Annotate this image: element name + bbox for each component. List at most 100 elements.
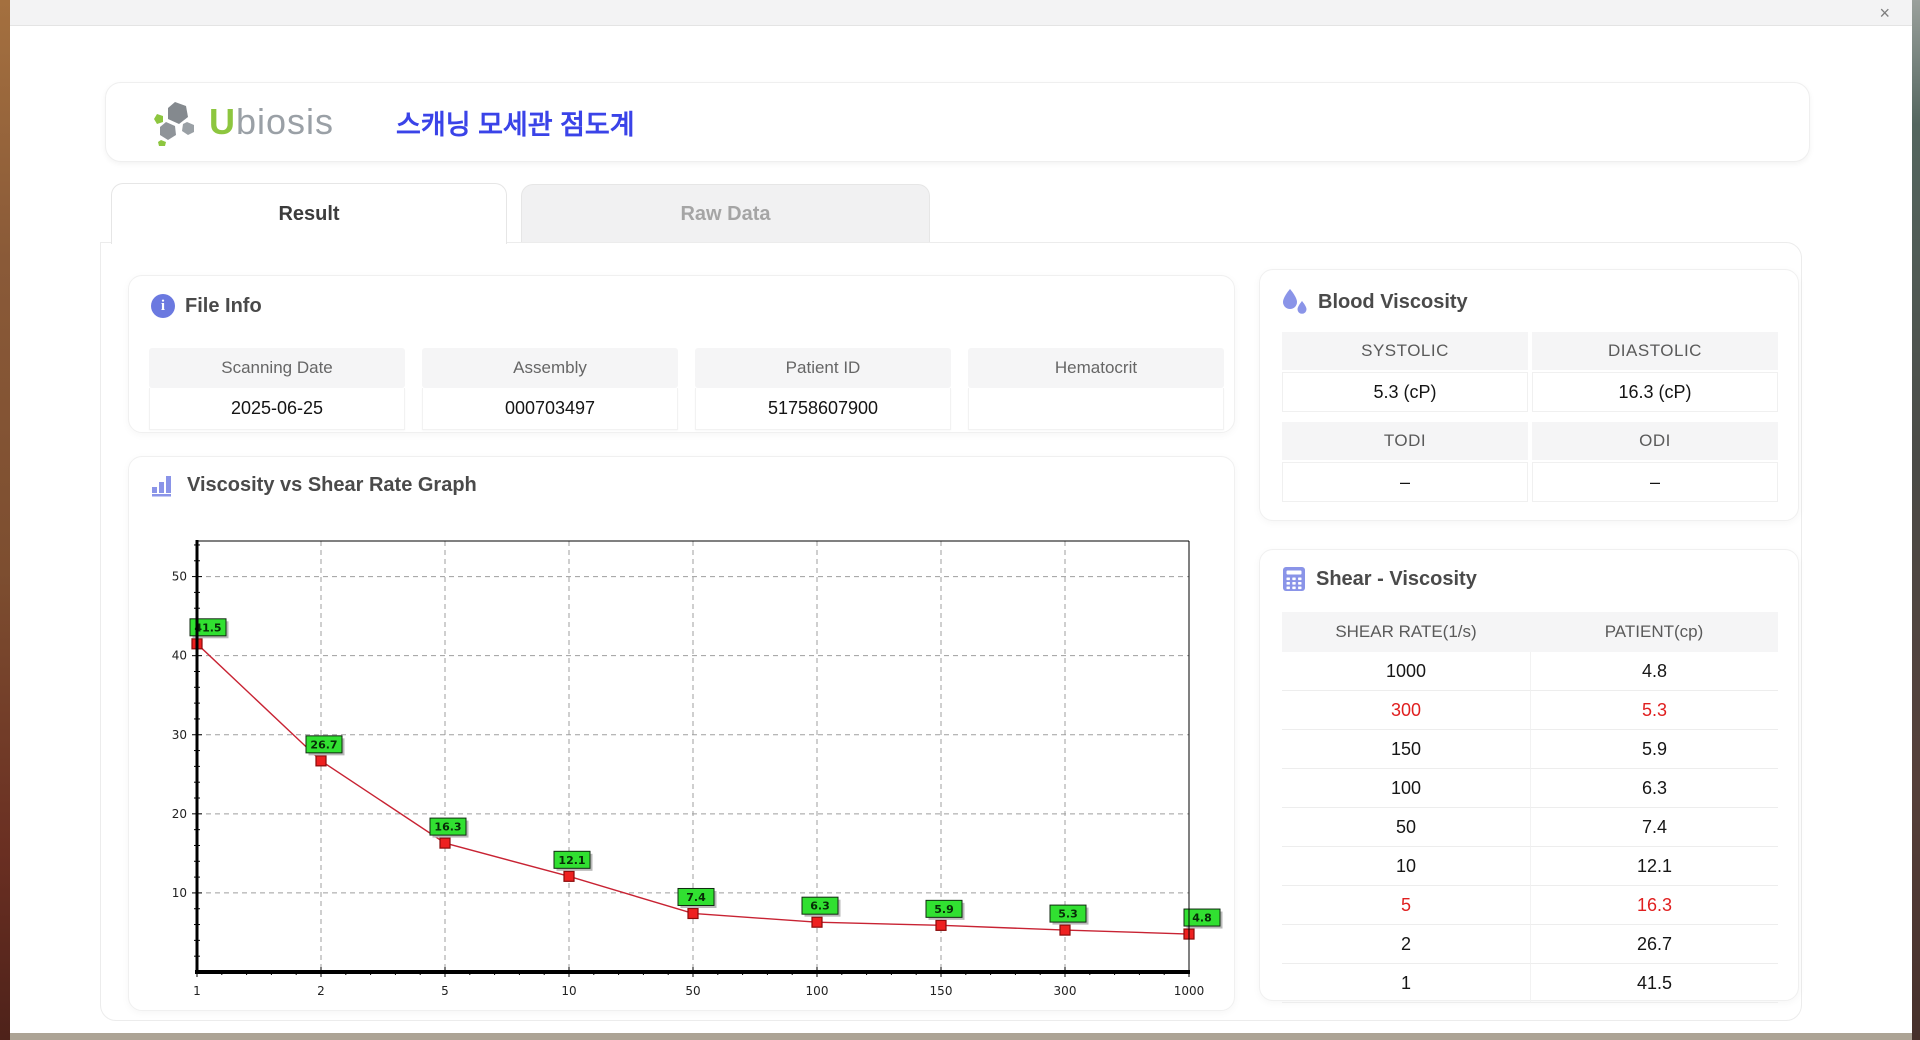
info-icon: i bbox=[151, 294, 175, 318]
page-title: 스캐닝 모세관 점도계 bbox=[396, 109, 635, 140]
shear-rate-cell: 50 bbox=[1282, 808, 1530, 847]
field-value: 51758607900 bbox=[695, 388, 951, 430]
shear-rate-cell: 150 bbox=[1282, 730, 1530, 769]
field-value: 000703497 bbox=[422, 388, 678, 430]
blood-viscosity-panel: Blood Viscosity SYSTOLIC DIASTOLIC 5.3 (… bbox=[1259, 269, 1799, 521]
table-row: 1 41.5 bbox=[1282, 964, 1778, 1003]
svg-text:6.3: 6.3 bbox=[810, 900, 830, 913]
field-label: Scanning Date bbox=[149, 348, 405, 388]
ubiosis-logo-text: Ubiosis bbox=[209, 101, 335, 142]
field-hematocrit: Hematocrit bbox=[968, 348, 1224, 430]
diastolic-value: 16.3 (cP) bbox=[1532, 372, 1778, 412]
table-row: 150 5.9 bbox=[1282, 730, 1778, 769]
shear-rate-cell: 10 bbox=[1282, 847, 1530, 886]
patient-cp-cell: 26.7 bbox=[1530, 925, 1778, 964]
desktop-edge-right bbox=[1912, 0, 1920, 1040]
shear-rate-cell: 1 bbox=[1282, 964, 1530, 1003]
calculator-icon bbox=[1283, 567, 1305, 591]
ubiosis-logo: Ubiosis bbox=[151, 98, 334, 146]
svg-text:5: 5 bbox=[441, 984, 449, 998]
shear-rate-cell: 100 bbox=[1282, 769, 1530, 808]
svg-text:50: 50 bbox=[685, 984, 700, 998]
tab-raw-data[interactable]: Raw Data bbox=[521, 184, 930, 243]
svg-text:150: 150 bbox=[930, 984, 953, 998]
patient-cp-cell: 5.9 bbox=[1530, 730, 1778, 769]
table-row: 2 26.7 bbox=[1282, 925, 1778, 964]
shear-viscosity-table: SHEAR RATE(1/s) PATIENT(cp) 1000 4.8 300 5.… bbox=[1282, 612, 1778, 1003]
svg-text:300: 300 bbox=[1054, 984, 1077, 998]
shear-viscosity-panel: Shear - Viscosity SHEAR RATE(1/s) PATIEN… bbox=[1259, 549, 1799, 1003]
patient-cp-cell: 7.4 bbox=[1530, 808, 1778, 847]
field-scanning-date: Scanning Date 2025-06-25 bbox=[149, 348, 405, 430]
svg-text:100: 100 bbox=[806, 984, 829, 998]
blood-viscosity-grid: SYSTOLIC DIASTOLIC 5.3 (cP) 16.3 (cP) TO… bbox=[1282, 332, 1778, 502]
svg-text:1000: 1000 bbox=[1174, 984, 1205, 998]
patient-cp-cell: 6.3 bbox=[1530, 769, 1778, 808]
shear-rate-cell: 2 bbox=[1282, 925, 1530, 964]
window-close-icon[interactable]: × bbox=[1879, 1, 1890, 25]
table-row: 300 5.3 bbox=[1282, 691, 1778, 730]
graph-title: Viscosity vs Shear Rate Graph bbox=[187, 473, 477, 496]
patient-cp-cell: 41.5 bbox=[1530, 964, 1778, 1003]
desktop-edge-left bbox=[0, 0, 10, 1040]
viscosity-shear-chart: 10 20 30 40 50 1 2 5 10 50 100 150 300 1000 41.5 26.7 16… bbox=[172, 540, 1223, 998]
field-label: Hematocrit bbox=[968, 348, 1224, 388]
file-info-panel: i File Info Scanning Date 2025-06-25 Ass… bbox=[128, 275, 1235, 433]
patient-cp-cell: 16.3 bbox=[1530, 886, 1778, 925]
svg-text:2: 2 bbox=[317, 984, 325, 998]
table-row: 10 12.1 bbox=[1282, 847, 1778, 886]
patient-cp-cell: 5.3 bbox=[1530, 691, 1778, 730]
bar-chart-icon bbox=[152, 476, 171, 497]
svg-text:30: 30 bbox=[172, 728, 187, 742]
shear-rate-cell: 5 bbox=[1282, 886, 1530, 925]
viscosity-graph-panel: Viscosity vs Shear Rate Graph 10 20 30 40 50… bbox=[128, 456, 1235, 1011]
todi-label: TODI bbox=[1282, 422, 1528, 460]
svg-text:7.4: 7.4 bbox=[686, 891, 706, 904]
window-titlebar: × bbox=[10, 0, 1912, 26]
col-header-shear-rate: SHEAR RATE(1/s) bbox=[1282, 612, 1530, 652]
field-label: Assembly bbox=[422, 348, 678, 388]
svg-text:1: 1 bbox=[193, 984, 201, 998]
field-label: Patient ID bbox=[695, 348, 951, 388]
window-bottom-border bbox=[10, 1033, 1912, 1040]
diastolic-label: DIASTOLIC bbox=[1532, 332, 1778, 370]
patient-cp-cell: 4.8 bbox=[1530, 652, 1778, 691]
shear-rate-cell: 1000 bbox=[1282, 652, 1530, 691]
ubiosis-logo-icon bbox=[154, 102, 194, 146]
odi-label: ODI bbox=[1532, 422, 1778, 460]
svg-text:50: 50 bbox=[172, 570, 187, 584]
odi-value: – bbox=[1532, 462, 1778, 502]
svg-text:5.3: 5.3 bbox=[1058, 908, 1078, 921]
svg-text:40: 40 bbox=[172, 649, 187, 663]
file-info-title: File Info bbox=[185, 294, 262, 317]
svg-text:10: 10 bbox=[172, 886, 187, 900]
table-row: 100 6.3 bbox=[1282, 769, 1778, 808]
todi-value: – bbox=[1282, 462, 1528, 502]
systolic-label: SYSTOLIC bbox=[1282, 332, 1528, 370]
table-header-row: SHEAR RATE(1/s) PATIENT(cp) bbox=[1282, 612, 1778, 652]
droplets-icon bbox=[1283, 289, 1307, 314]
table-row: 5 16.3 bbox=[1282, 886, 1778, 925]
svg-text:12.1: 12.1 bbox=[558, 854, 585, 867]
svg-text:16.3: 16.3 bbox=[434, 821, 461, 834]
field-value bbox=[968, 388, 1224, 430]
file-info-fields: Scanning Date 2025-06-25 Assembly 000703… bbox=[149, 348, 1224, 430]
table-row: 50 7.4 bbox=[1282, 808, 1778, 847]
field-assembly: Assembly 000703497 bbox=[422, 348, 678, 430]
svg-text:20: 20 bbox=[172, 807, 187, 821]
shear-rate-cell: 300 bbox=[1282, 691, 1530, 730]
patient-cp-cell: 12.1 bbox=[1530, 847, 1778, 886]
shear-viscosity-title: Shear - Viscosity bbox=[1316, 567, 1477, 590]
svg-text:41.5: 41.5 bbox=[194, 621, 221, 634]
field-patient-id: Patient ID 51758607900 bbox=[695, 348, 951, 430]
svg-text:10: 10 bbox=[561, 984, 576, 998]
systolic-value: 5.3 (cP) bbox=[1282, 372, 1528, 412]
field-value: 2025-06-25 bbox=[149, 388, 405, 430]
tab-result[interactable]: Result bbox=[111, 183, 507, 244]
svg-text:26.7: 26.7 bbox=[310, 738, 337, 751]
table-row: 1000 4.8 bbox=[1282, 652, 1778, 691]
header-card: Ubiosis 스캐닝 모세관 점도계 bbox=[105, 82, 1810, 162]
content-card: i File Info Scanning Date 2025-06-25 Ass… bbox=[100, 242, 1802, 1021]
svg-text:4.8: 4.8 bbox=[1192, 912, 1212, 925]
